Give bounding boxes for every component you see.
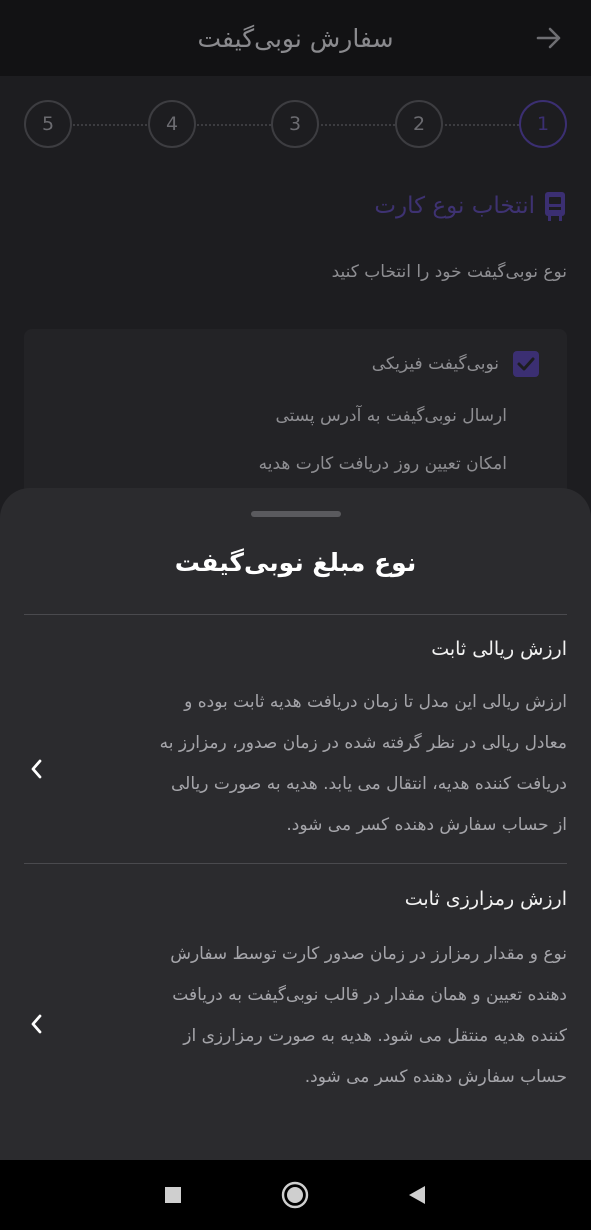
option-title: ارزش رمزارزی ثابت (404, 888, 567, 910)
sheet-title: نوع مبلغ نوبی‌گیفت (174, 548, 417, 577)
screen: سفارش نوبی‌گیفت 5 4 3 2 1 انتخاب نوع کار… (0, 0, 591, 1230)
option-desc-line: معادل ریالی در نظر گرفته شده در زمان صدو… (159, 733, 567, 753)
system-back-button[interactable] (402, 1180, 432, 1210)
option-description: ارزش ریالی این مدل تا زمان دریافت هدیه ث… (72, 682, 567, 846)
step-4: 4 (148, 100, 196, 148)
triangle-back-icon (409, 1186, 425, 1204)
system-nav-bar (0, 1160, 591, 1230)
card-feature-line: امکان تعیین روز دریافت کارت هدیه (258, 454, 507, 474)
stepper: 5 4 3 2 1 (24, 100, 567, 148)
card-feature-line: ارسال نوبی‌گیفت به آدرس پستی (275, 406, 507, 426)
arrow-right-icon (536, 27, 561, 49)
drag-handle[interactable] (251, 511, 341, 517)
option-desc-line: دریافت کننده هدیه، انتقال می یابد. هدیه … (171, 774, 567, 794)
divider (24, 863, 567, 864)
chevron-left-icon[interactable] (24, 1011, 50, 1037)
chevron-left-icon[interactable] (24, 756, 50, 782)
page-title: سفارش نوبی‌گیفت (197, 23, 394, 53)
home-button[interactable] (280, 1180, 310, 1210)
physical-card-checkbox[interactable] (513, 351, 539, 377)
option-desc-line: ارزش ریالی این مدل تا زمان دریافت هدیه ث… (184, 692, 567, 712)
option-title: ارزش ریالی ثابت (431, 638, 567, 660)
option-desc-line: دهنده تعیین و همان مقدار در قالب نوبی‌گی… (172, 985, 567, 1005)
section-title: انتخاب نوع کارت (374, 193, 535, 219)
option-description: نوع و مقدار رمزارز در زمان صدور کارت توس… (72, 934, 567, 1098)
step-2: 2 (395, 100, 443, 148)
step-3: 3 (271, 100, 319, 148)
step-5: 5 (24, 100, 72, 148)
option-fixed-crypto[interactable]: ارزش رمزارزی ثابت نوع و مقدار رمزارز در … (24, 888, 567, 1103)
physical-card-checkbox-row[interactable]: نوبی‌گیفت فیزیکی (372, 351, 539, 377)
option-desc-line: نوع و مقدار رمزارز در زمان صدور کارت توس… (170, 944, 567, 964)
option-desc-line: از حساب سفارش دهنده کسر می شود. (286, 815, 567, 835)
divider (24, 614, 567, 615)
option-fixed-rial[interactable]: ارزش ریالی ثابت ارزش ریالی این مدل تا زم… (24, 638, 567, 863)
bottom-sheet: نوع مبلغ نوبی‌گیفت ارزش ریالی ثابت ارزش … (0, 488, 591, 1160)
physical-card-label: نوبی‌گیفت فیزیکی (371, 354, 499, 374)
option-desc-line: حساب سفارش دهنده کسر می شود. (304, 1067, 567, 1087)
option-desc-line: کننده هدیه منتقل می شود. هدیه به صورت رم… (183, 1026, 567, 1046)
app-bar: سفارش نوبی‌گیفت (0, 0, 591, 76)
gift-card-icon (545, 192, 565, 221)
section-heading: انتخاب نوع کارت (374, 190, 567, 222)
back-button[interactable] (531, 20, 567, 56)
recents-button[interactable] (158, 1180, 188, 1210)
step-1: 1 (519, 100, 567, 148)
section-subtitle: نوع نوبی‌گیفت خود را انتخاب کنید (331, 262, 567, 282)
check-icon (517, 357, 535, 371)
square-icon (165, 1187, 181, 1203)
circle-icon (281, 1181, 309, 1209)
